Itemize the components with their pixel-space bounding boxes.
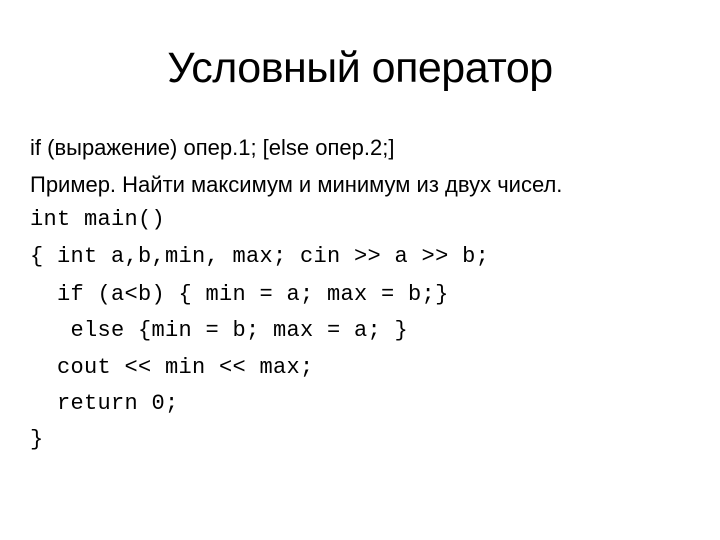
- code-line: else {min = b; max = a; }: [30, 318, 409, 343]
- code-line: { int a,b,min, max; cin >> a >> b;: [30, 244, 490, 269]
- code-line: if (a<b) { min = a; max = b;}: [30, 282, 449, 307]
- code-line: return 0;: [30, 391, 179, 416]
- code-line: }: [30, 427, 44, 452]
- syntax-line: if (выражение) опер.1; [else опер.2;]: [30, 135, 395, 160]
- code-line: cout << min << max;: [30, 355, 314, 380]
- slide-title: Условный оператор: [167, 44, 553, 92]
- example-line: Пример. Найти максимум и минимум из двух…: [30, 172, 563, 197]
- code-line: int main(): [30, 207, 166, 232]
